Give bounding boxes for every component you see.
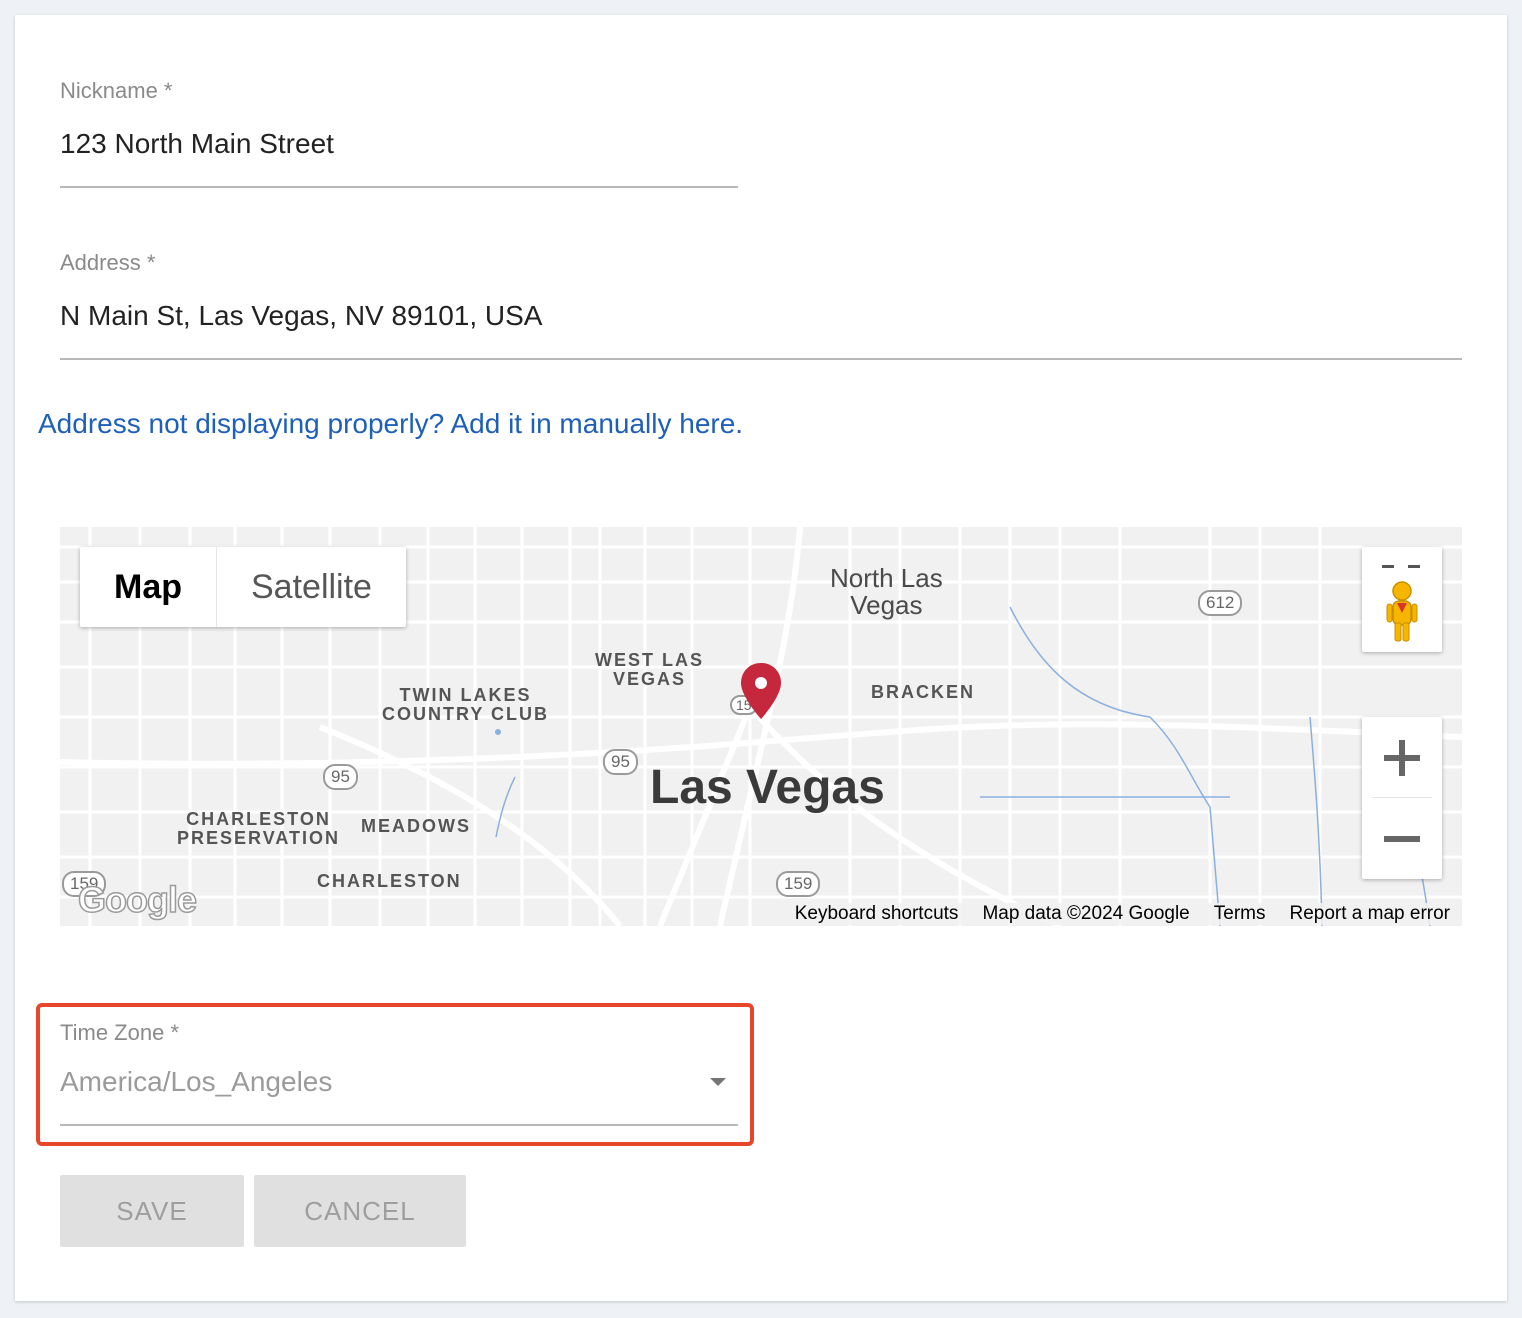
- nickname-underline: [60, 186, 738, 188]
- timezone-label: Time Zone *: [60, 1020, 180, 1045]
- place-bracken: BRACKEN: [871, 682, 975, 702]
- place-charleston: CHARLESTON: [317, 871, 462, 891]
- manual-address-link[interactable]: Address not displaying properly? Add it …: [38, 408, 743, 440]
- place-meadows: MEADOWS: [361, 816, 471, 836]
- route-shield-95: 95: [603, 749, 638, 775]
- zoom-divider: [1372, 797, 1432, 798]
- place-north-las-vegas: North Las Vegas: [830, 563, 943, 621]
- report-map-error-link[interactable]: Report a map error: [1289, 903, 1450, 925]
- address-input[interactable]: N Main St, Las Vegas, NV 89101, USA: [60, 300, 542, 332]
- plus-icon: [1384, 739, 1420, 776]
- map-attribution: Keyboard shortcuts Map data ©2024 Google…: [788, 903, 1450, 925]
- zoom-out-button[interactable]: [1362, 798, 1442, 879]
- route-shield-612: 612: [1198, 590, 1243, 616]
- zoom-control: [1362, 717, 1442, 879]
- address-label: Address *: [60, 250, 156, 275]
- timezone-underline: [60, 1124, 738, 1126]
- map-type-control: Map Satellite: [80, 547, 406, 627]
- keyboard-shortcuts-link[interactable]: Keyboard shortcuts: [795, 903, 959, 925]
- timezone-select[interactable]: Time Zone * America/Los_Angeles: [60, 1020, 738, 1128]
- nickname-field[interactable]: Nickname * 123 North Main Street: [60, 78, 738, 190]
- timezone-value[interactable]: America/Los_Angeles: [60, 1066, 332, 1098]
- cancel-button[interactable]: CANCEL: [254, 1175, 466, 1247]
- address-underline: [60, 358, 1462, 360]
- location-pin-icon[interactable]: [739, 661, 783, 723]
- save-button[interactable]: SAVE: [60, 1175, 244, 1247]
- address-field[interactable]: Address * N Main St, Las Vegas, NV 89101…: [60, 250, 1462, 362]
- nickname-label: Nickname *: [60, 78, 173, 103]
- route-shield-95: 95: [323, 764, 358, 790]
- place-west-las-vegas: WEST LAS VEGAS: [595, 650, 704, 689]
- terms-link[interactable]: Terms: [1214, 903, 1266, 925]
- nickname-input[interactable]: 123 North Main Street: [60, 128, 334, 160]
- map-tab-map[interactable]: Map: [80, 547, 217, 627]
- place-charleston-preservation: CHARLESTON PRESERVATION: [177, 809, 341, 848]
- street-view-pegman-icon[interactable]: [1362, 547, 1442, 652]
- place-twin-lakes: TWIN LAKES COUNTRY CLUB: [382, 685, 549, 724]
- map-tab-satellite[interactable]: Satellite: [217, 547, 406, 627]
- place-las-vegas: Las Vegas: [650, 761, 885, 814]
- google-logo: Google: [77, 878, 198, 921]
- map-view[interactable]: Map Satellite North Las Vegas WEST LAS V…: [60, 527, 1462, 926]
- zoom-in-button[interactable]: [1362, 717, 1442, 798]
- route-shield-159: 159: [776, 871, 821, 897]
- map-data-text: Map data ©2024 Google: [982, 903, 1190, 924]
- dropdown-arrow-icon[interactable]: [710, 1078, 726, 1086]
- minus-icon: [1384, 835, 1420, 842]
